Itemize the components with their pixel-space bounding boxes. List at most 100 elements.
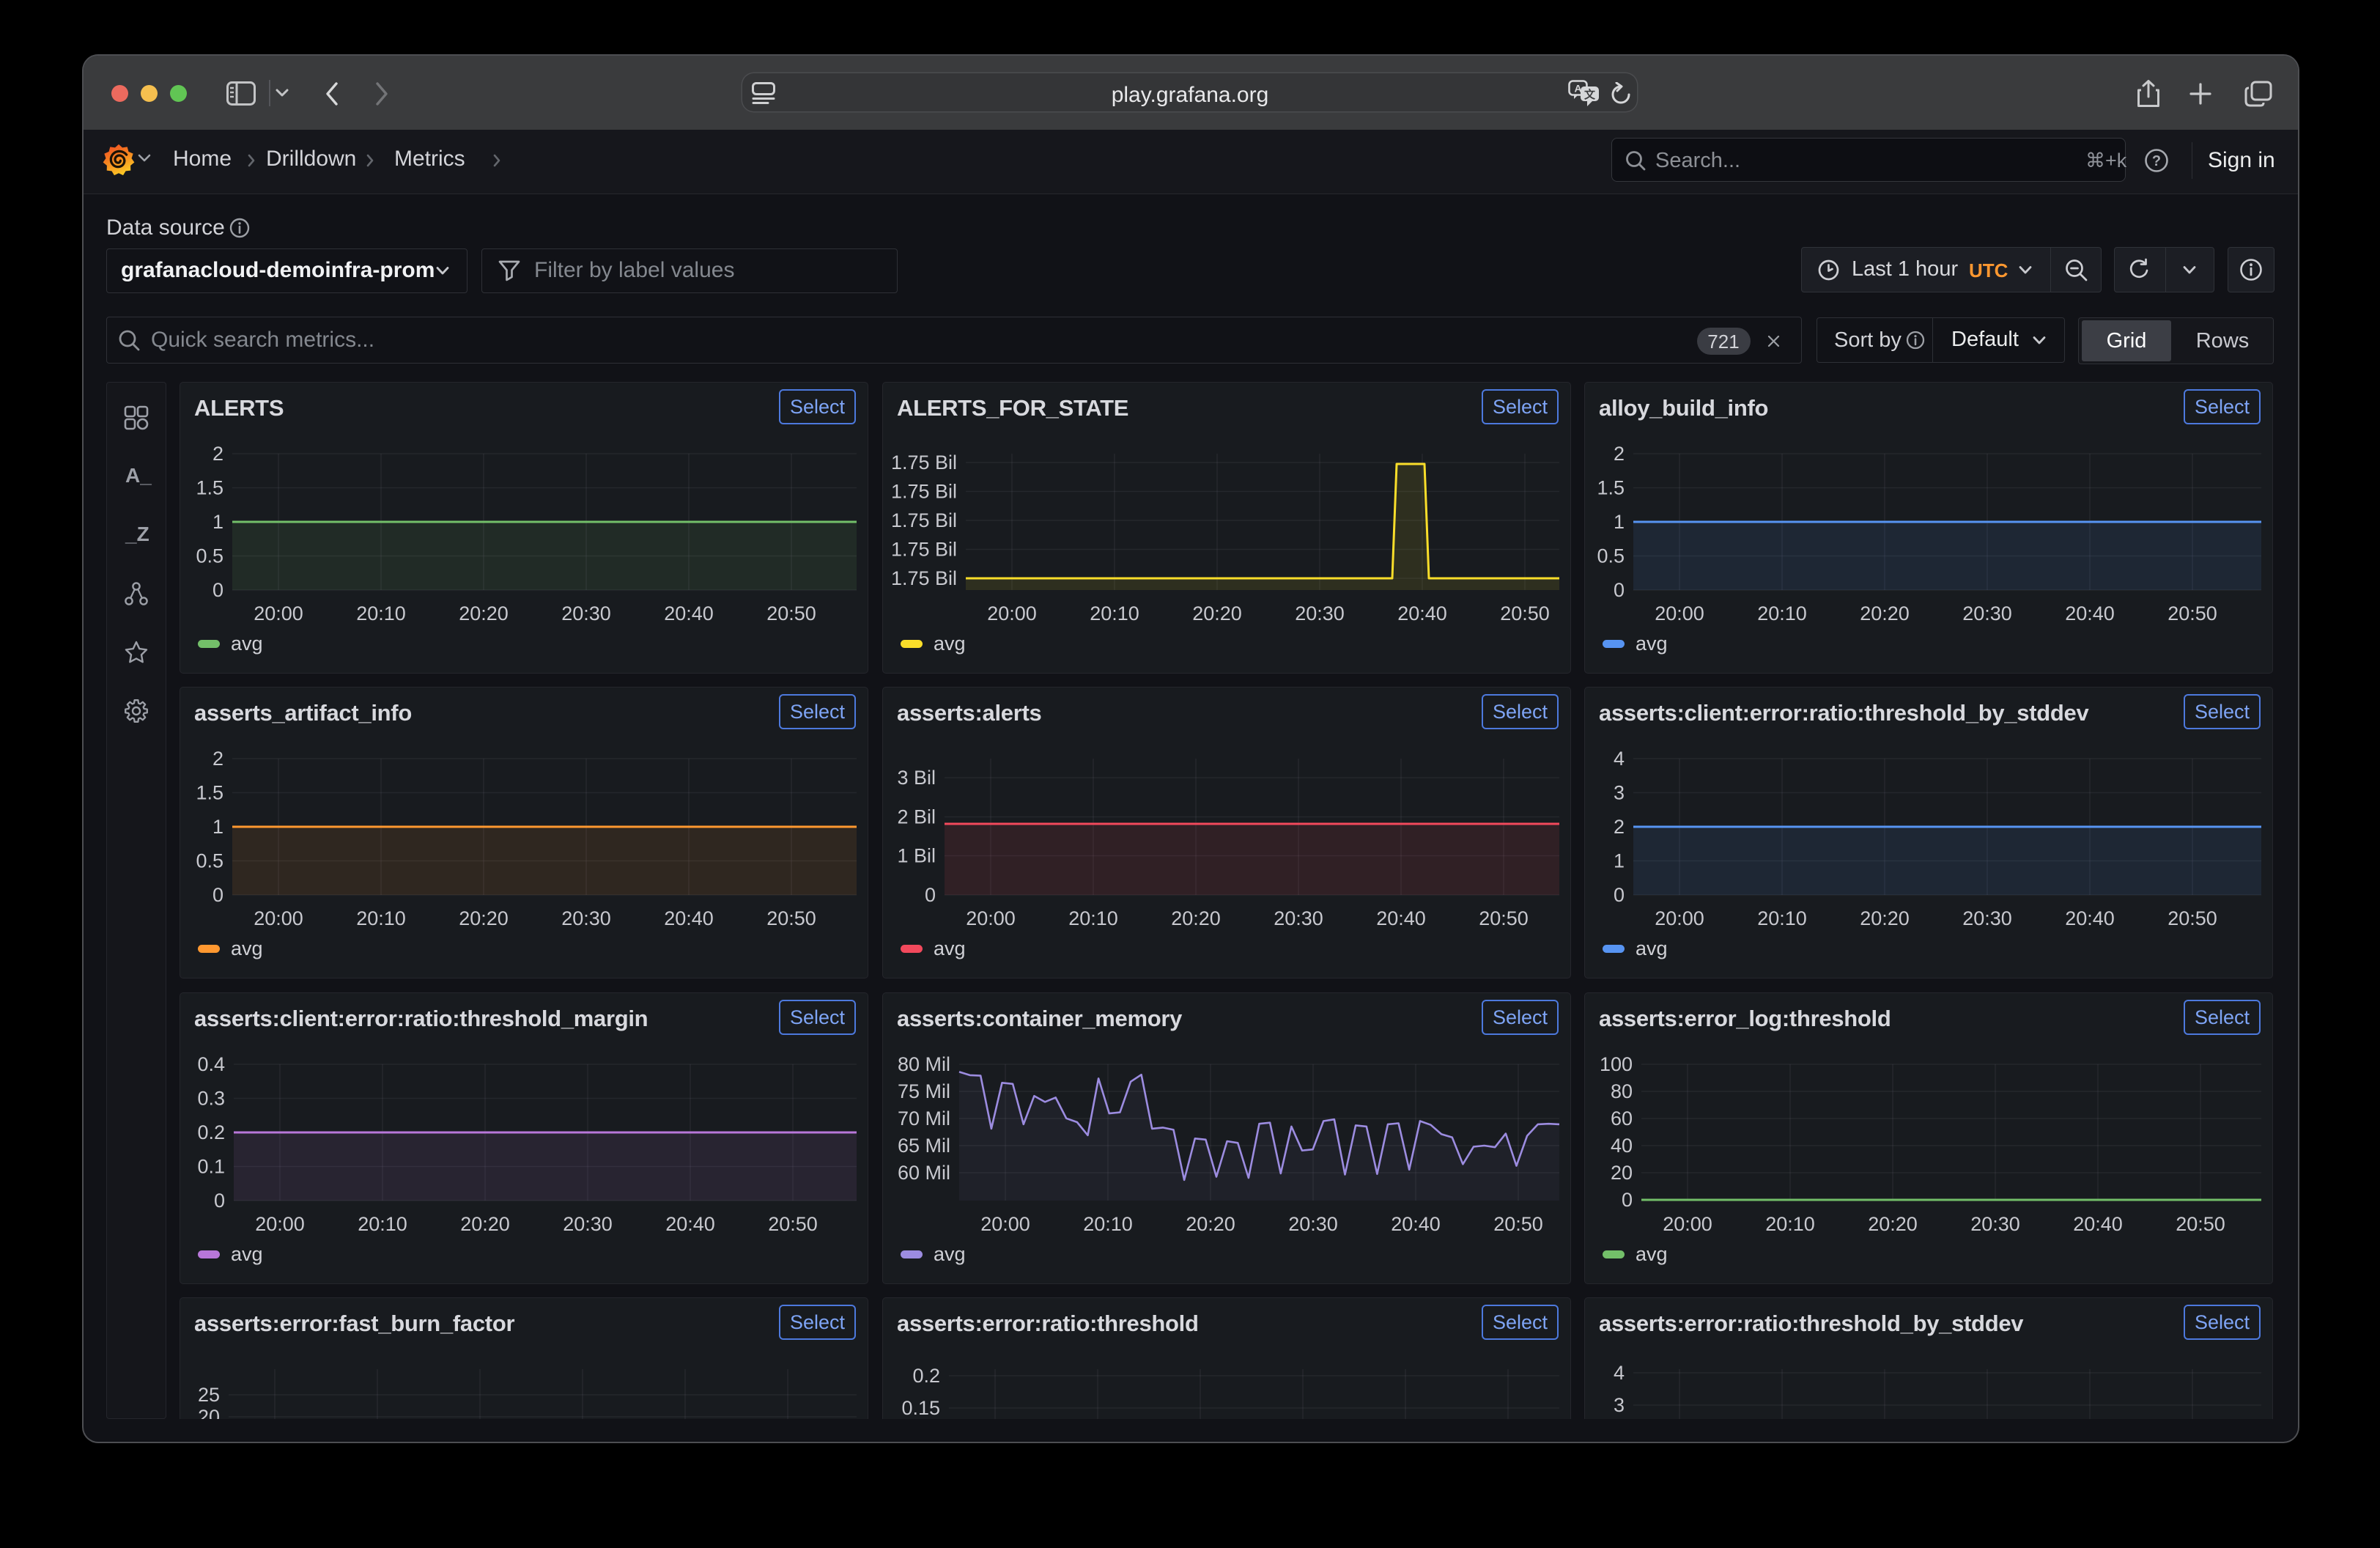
svg-text:80 Mil: 80 Mil [898, 1053, 950, 1075]
svg-text:20:40: 20:40 [1397, 602, 1447, 624]
svg-text:20:00: 20:00 [987, 602, 1037, 624]
svg-text:4: 4 [1614, 1362, 1625, 1384]
svg-text:20:10: 20:10 [1757, 907, 1807, 929]
svg-text:20:50: 20:50 [1479, 907, 1529, 929]
svg-text:20: 20 [1611, 1162, 1633, 1184]
svg-text:60: 60 [1611, 1107, 1633, 1129]
svg-text:0.2: 0.2 [197, 1121, 225, 1143]
svg-text:20:50: 20:50 [766, 602, 816, 624]
svg-text:1: 1 [212, 511, 223, 533]
svg-text:1.5: 1.5 [196, 477, 223, 499]
svg-text:2: 2 [1614, 443, 1625, 465]
svg-text:20:50: 20:50 [1500, 602, 1550, 624]
svg-text:3: 3 [1614, 1394, 1625, 1416]
svg-text:20:30: 20:30 [1274, 907, 1323, 929]
svg-text:0.5: 0.5 [196, 850, 223, 872]
svg-text:20:10: 20:10 [1765, 1213, 1815, 1235]
svg-text:20:10: 20:10 [1083, 1213, 1133, 1235]
svg-text:1.75 Bil: 1.75 Bil [891, 452, 957, 473]
svg-text:20: 20 [198, 1406, 220, 1419]
svg-text:20:10: 20:10 [356, 907, 406, 929]
svg-text:20:00: 20:00 [255, 1213, 305, 1235]
svg-text:1.5: 1.5 [196, 782, 223, 804]
svg-text:20:20: 20:20 [1171, 907, 1221, 929]
svg-text:20:40: 20:40 [1376, 907, 1426, 929]
svg-text:20:30: 20:30 [1970, 1213, 2020, 1235]
svg-text:20:20: 20:20 [1192, 602, 1242, 624]
svg-text:20:40: 20:40 [664, 907, 714, 929]
svg-text:20:20: 20:20 [1186, 1213, 1235, 1235]
svg-text:0: 0 [1622, 1189, 1633, 1211]
svg-text:2 Bil: 2 Bil [897, 806, 936, 828]
svg-text:20:30: 20:30 [1295, 602, 1345, 624]
svg-text:0.15: 0.15 [901, 1397, 940, 1419]
svg-text:0.4: 0.4 [197, 1053, 225, 1075]
svg-text:0.1: 0.1 [197, 1156, 225, 1178]
svg-text:3 Bil: 3 Bil [897, 767, 936, 789]
svg-text:20:00: 20:00 [1655, 907, 1704, 929]
svg-text:20:50: 20:50 [1493, 1213, 1543, 1235]
svg-text:1.5: 1.5 [1597, 477, 1625, 499]
svg-text:0.5: 0.5 [196, 545, 223, 567]
svg-text:20:50: 20:50 [766, 907, 816, 929]
svg-text:20:40: 20:40 [2065, 907, 2115, 929]
svg-text:3: 3 [1614, 782, 1625, 804]
svg-text:20:20: 20:20 [459, 907, 509, 929]
svg-text:1.75 Bil: 1.75 Bil [891, 567, 957, 589]
svg-text:0: 0 [214, 1190, 225, 1212]
svg-text:20:10: 20:10 [358, 1213, 407, 1235]
svg-text:文: 文 [1584, 88, 1596, 101]
svg-text:80: 80 [1611, 1080, 1633, 1102]
svg-text:20:30: 20:30 [561, 602, 611, 624]
svg-text:25: 25 [198, 1384, 220, 1406]
svg-text:20:40: 20:40 [664, 602, 714, 624]
svg-text:1 Bil: 1 Bil [897, 845, 936, 867]
svg-text:40: 40 [1611, 1135, 1633, 1157]
svg-text:0.3: 0.3 [197, 1088, 225, 1110]
svg-text:20:20: 20:20 [459, 602, 509, 624]
svg-text:20:00: 20:00 [966, 907, 1016, 929]
svg-text:20:10: 20:10 [1068, 907, 1118, 929]
svg-text:20:30: 20:30 [561, 907, 611, 929]
svg-text:1: 1 [212, 816, 223, 838]
svg-text:2: 2 [212, 748, 223, 770]
svg-text:20:40: 20:40 [665, 1213, 715, 1235]
svg-text:0.5: 0.5 [1597, 545, 1625, 567]
svg-text:1.75 Bil: 1.75 Bil [891, 539, 957, 561]
svg-text:20:40: 20:40 [2065, 602, 2115, 624]
svg-text:75 Mil: 75 Mil [898, 1080, 950, 1102]
svg-text:20:50: 20:50 [2168, 907, 2217, 929]
svg-text:20:30: 20:30 [1962, 907, 2012, 929]
svg-text:20:00: 20:00 [254, 907, 303, 929]
svg-text:0.2: 0.2 [912, 1365, 940, 1387]
svg-text:70 Mil: 70 Mil [898, 1107, 950, 1129]
svg-text:20:40: 20:40 [2073, 1213, 2123, 1235]
svg-text:0: 0 [925, 884, 936, 906]
svg-text:20:30: 20:30 [563, 1213, 613, 1235]
svg-text:20:20: 20:20 [1868, 1213, 1918, 1235]
svg-text:20:00: 20:00 [980, 1213, 1030, 1235]
svg-text:1.75 Bil: 1.75 Bil [891, 509, 957, 531]
svg-text:20:40: 20:40 [1391, 1213, 1441, 1235]
svg-text:20:10: 20:10 [1090, 602, 1139, 624]
svg-text:20:00: 20:00 [1655, 602, 1704, 624]
svg-text:0: 0 [212, 884, 223, 906]
svg-text:4: 4 [1614, 748, 1625, 770]
svg-text:100: 100 [1600, 1053, 1633, 1075]
svg-text:20:00: 20:00 [1663, 1213, 1712, 1235]
svg-text:20:30: 20:30 [1288, 1213, 1338, 1235]
svg-text:20:20: 20:20 [1860, 907, 1910, 929]
svg-text:1: 1 [1614, 850, 1625, 872]
svg-text:20:20: 20:20 [1860, 602, 1910, 624]
svg-text:20:10: 20:10 [356, 602, 406, 624]
svg-text:20:00: 20:00 [254, 602, 303, 624]
svg-text:60 Mil: 60 Mil [898, 1162, 950, 1184]
svg-text:20:50: 20:50 [2168, 602, 2217, 624]
svg-text:20:30: 20:30 [1962, 602, 2012, 624]
svg-text:20:20: 20:20 [460, 1213, 510, 1235]
svg-text:2: 2 [212, 443, 223, 465]
svg-text:2: 2 [1614, 816, 1625, 838]
svg-text:20:10: 20:10 [1757, 602, 1807, 624]
svg-text:20:50: 20:50 [768, 1213, 818, 1235]
svg-text:1: 1 [1614, 511, 1625, 533]
